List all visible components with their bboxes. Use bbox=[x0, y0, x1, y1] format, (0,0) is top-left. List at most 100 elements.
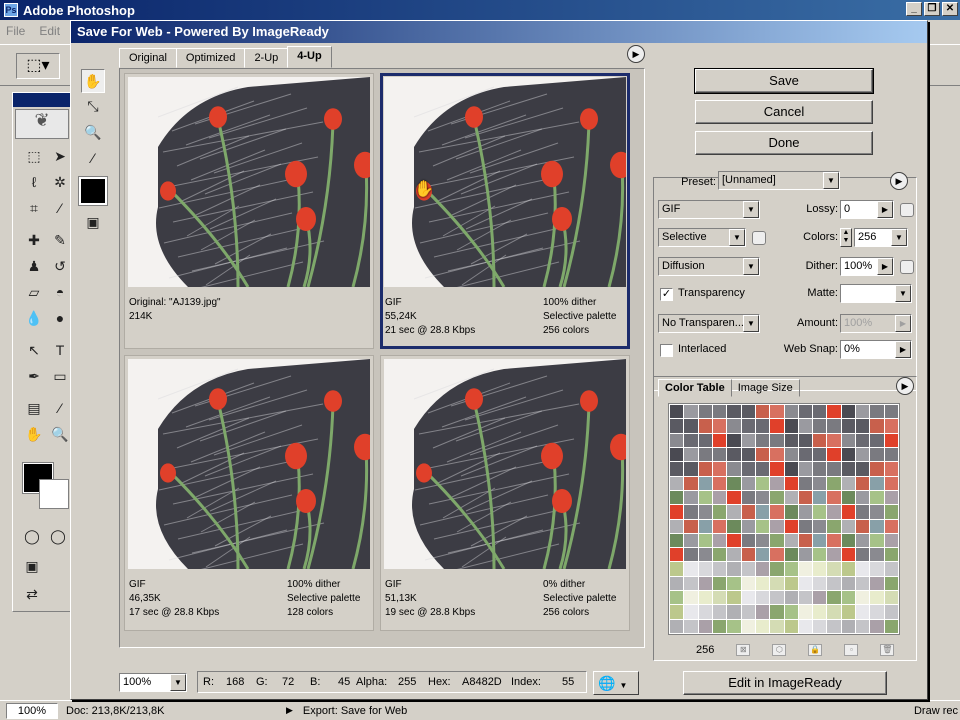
color-swatch[interactable] bbox=[684, 405, 698, 419]
color-swatch[interactable] bbox=[813, 490, 827, 505]
color-swatch[interactable] bbox=[712, 490, 727, 505]
zoom-select[interactable]: 100% ▼ bbox=[119, 673, 187, 692]
lasso-tool-icon[interactable]: ℓ bbox=[23, 171, 45, 193]
color-swatch[interactable] bbox=[784, 433, 798, 447]
color-swatch[interactable] bbox=[698, 490, 712, 505]
hand-tool-icon[interactable]: ✋ bbox=[81, 69, 105, 93]
color-swatch[interactable] bbox=[884, 533, 898, 548]
color-swatch[interactable] bbox=[813, 505, 827, 519]
background-color-swatch[interactable] bbox=[39, 479, 69, 509]
color-swatch[interactable] bbox=[856, 576, 870, 591]
color-swatch[interactable] bbox=[670, 591, 684, 605]
reduction-select[interactable]: Selective ▼ bbox=[658, 228, 746, 247]
color-swatch[interactable] bbox=[827, 476, 841, 490]
color-swatch[interactable] bbox=[770, 505, 784, 519]
minimize-button[interactable]: _ bbox=[906, 2, 922, 16]
color-swatch[interactable] bbox=[884, 519, 898, 533]
color-swatch[interactable] bbox=[727, 548, 741, 562]
color-swatch[interactable] bbox=[727, 433, 741, 447]
color-swatch[interactable] bbox=[798, 591, 813, 605]
color-swatch[interactable] bbox=[741, 619, 755, 633]
menu-edit[interactable]: Edit bbox=[39, 24, 60, 38]
zoom-tool-icon[interactable]: 🔍 bbox=[81, 121, 105, 145]
reduction-mask-icon[interactable] bbox=[752, 231, 766, 245]
color-swatch[interactable] bbox=[741, 447, 755, 462]
dodge-tool-icon[interactable]: ● bbox=[49, 307, 71, 329]
color-swatch[interactable] bbox=[698, 505, 712, 519]
color-swatch[interactable] bbox=[741, 462, 755, 476]
color-swatch[interactable] bbox=[813, 462, 827, 476]
color-swatch[interactable] bbox=[755, 419, 770, 433]
color-swatch[interactable] bbox=[712, 619, 727, 633]
color-swatch[interactable] bbox=[856, 562, 870, 576]
colors-stepper-icon[interactable]: ▲ ▼ bbox=[840, 228, 852, 247]
color-swatch[interactable] bbox=[727, 619, 741, 633]
color-swatch[interactable] bbox=[827, 605, 841, 619]
color-swatch[interactable] bbox=[884, 576, 898, 591]
color-swatch[interactable] bbox=[670, 433, 684, 447]
color-swatch[interactable] bbox=[698, 605, 712, 619]
color-swatch[interactable] bbox=[770, 476, 784, 490]
color-swatch[interactable] bbox=[741, 405, 755, 419]
color-swatch[interactable] bbox=[884, 562, 898, 576]
color-swatch[interactable] bbox=[884, 447, 898, 462]
color-swatch[interactable] bbox=[813, 447, 827, 462]
color-swatch[interactable] bbox=[884, 490, 898, 505]
color-swatch[interactable] bbox=[798, 405, 813, 419]
color-swatch[interactable] bbox=[827, 548, 841, 562]
color-swatch[interactable] bbox=[712, 447, 727, 462]
color-swatch[interactable] bbox=[670, 405, 684, 419]
color-swatch[interactable] bbox=[684, 462, 698, 476]
color-swatch[interactable] bbox=[712, 419, 727, 433]
color-swatch[interactable] bbox=[856, 605, 870, 619]
close-button[interactable]: ✕ bbox=[942, 2, 958, 16]
color-swatch[interactable] bbox=[856, 533, 870, 548]
brush-tool-icon[interactable]: ✎ bbox=[49, 229, 71, 251]
preset-select[interactable]: [Unnamed] ▼ bbox=[718, 171, 840, 190]
color-swatch[interactable] bbox=[727, 462, 741, 476]
color-swatch[interactable] bbox=[727, 519, 741, 533]
color-swatch[interactable] bbox=[784, 533, 798, 548]
color-swatch[interactable] bbox=[870, 591, 884, 605]
marquee-tool-icon[interactable]: ⬚ bbox=[23, 145, 45, 167]
color-swatch[interactable] bbox=[856, 433, 870, 447]
color-swatch[interactable] bbox=[755, 433, 770, 447]
color-swatch[interactable] bbox=[712, 519, 727, 533]
preview-pane[interactable]: Original: "AJ139.jpg" 214K bbox=[124, 73, 374, 349]
restore-button[interactable]: ❐ bbox=[924, 2, 940, 16]
color-swatch[interactable] bbox=[741, 476, 755, 490]
color-swatch[interactable] bbox=[755, 519, 770, 533]
color-swatch[interactable] bbox=[712, 591, 727, 605]
color-swatch[interactable] bbox=[798, 533, 813, 548]
color-swatch[interactable] bbox=[755, 605, 770, 619]
color-swatch[interactable] bbox=[827, 433, 841, 447]
websnap-input[interactable]: 0% ▶ bbox=[840, 340, 912, 359]
color-swatch[interactable] bbox=[784, 419, 798, 433]
screen-mode-icon[interactable]: ▣ bbox=[21, 555, 43, 577]
color-swatch[interactable] bbox=[884, 548, 898, 562]
color-swatch[interactable] bbox=[813, 548, 827, 562]
color-swatch[interactable] bbox=[827, 576, 841, 591]
marquee-tool-preset-icon[interactable]: ⬚▾ bbox=[16, 53, 60, 79]
color-swatch[interactable] bbox=[784, 519, 798, 533]
color-swatch[interactable] bbox=[684, 433, 698, 447]
color-swatch[interactable] bbox=[741, 576, 755, 591]
color-swatch[interactable] bbox=[698, 591, 712, 605]
tab-image-size[interactable]: Image Size bbox=[730, 379, 800, 397]
format-select[interactable]: GIF ▼ bbox=[658, 200, 760, 219]
color-swatch[interactable] bbox=[755, 548, 770, 562]
lossy-mask-icon[interactable] bbox=[900, 203, 914, 217]
color-swatch[interactable] bbox=[684, 533, 698, 548]
color-swatch[interactable] bbox=[784, 619, 798, 633]
color-swatch[interactable] bbox=[813, 476, 827, 490]
color-swatch[interactable] bbox=[684, 476, 698, 490]
transparency-checkbox[interactable]: ✓ bbox=[660, 288, 673, 301]
color-swatch[interactable] bbox=[827, 505, 841, 519]
color-swatch[interactable] bbox=[813, 433, 827, 447]
color-swatch[interactable] bbox=[784, 447, 798, 462]
trash-icon[interactable]: 🗑 bbox=[880, 644, 895, 656]
color-swatch[interactable] bbox=[755, 505, 770, 519]
color-swatch[interactable] bbox=[856, 591, 870, 605]
eyedropper-color-swatch[interactable] bbox=[78, 176, 108, 206]
color-swatch[interactable] bbox=[741, 419, 755, 433]
